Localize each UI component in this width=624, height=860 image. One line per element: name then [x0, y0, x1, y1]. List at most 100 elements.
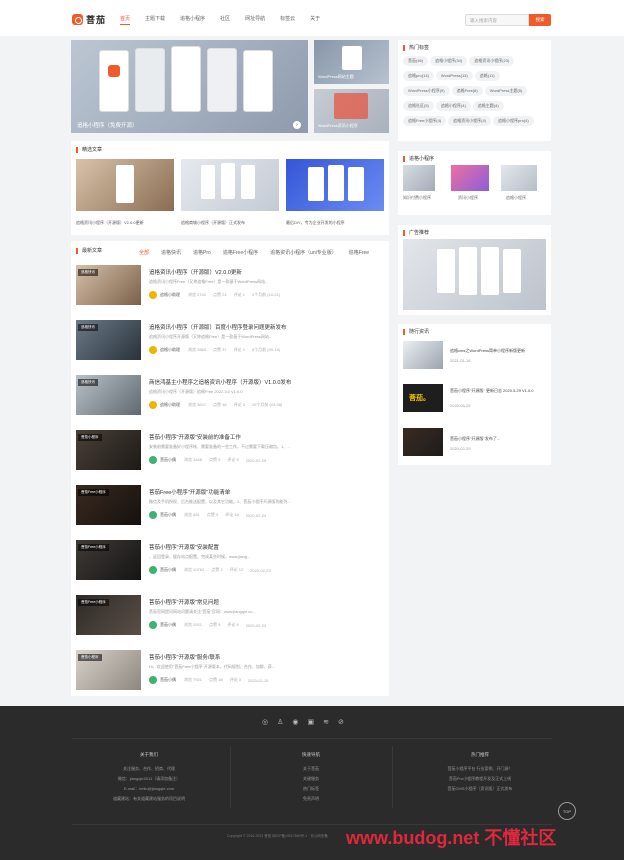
nav-item[interactable]: 首页 — [120, 15, 131, 25]
article-thumb[interactable]: 追格快讯 — [76, 320, 141, 360]
article-title[interactable]: 菩茄小程序"开源版"安装前的准备工作 — [149, 433, 241, 441]
ad-banner[interactable] — [403, 239, 546, 310]
footer-link[interactable]: 关于菩茄 — [256, 764, 366, 774]
tag-pill[interactable]: 追格小程序(4) — [435, 101, 471, 111]
featured-section: 精选文章 追格资讯小程序（开源版）V2.0.0更新 追格商城小程序（开源版）正式… — [71, 141, 389, 235]
app-label[interactable]: 资讯小程序 — [458, 195, 478, 201]
rss-icon[interactable]: ≋ — [323, 718, 329, 726]
banner-side-card[interactable]: WordPress网站主题 — [314, 40, 389, 84]
tag-pill[interactable]: 追格资讯小程序(4) — [448, 116, 492, 126]
recent-title[interactable]: 菩茄小程序"开源版"发布了... — [450, 436, 500, 442]
app-thumb[interactable] — [403, 165, 435, 191]
wechat-icon[interactable]: ◎ — [262, 718, 268, 726]
footer-link[interactable]: 免责声明 — [256, 794, 366, 804]
tab-item[interactable]: 追格Free — [349, 249, 369, 256]
article-thumb[interactable]: 菩茄小程序 — [76, 430, 141, 470]
tag-pill[interactable]: 菩茄(46) — [403, 56, 429, 66]
featured-thumb[interactable] — [286, 159, 384, 211]
github-icon[interactable]: ▣ — [308, 718, 315, 726]
featured-title[interactable]: 追格商城小程序（开源版）正式发布 — [181, 220, 245, 226]
tag-pill[interactable]: 追格Free小程序(4) — [403, 116, 447, 126]
footer-link[interactable]: 热门标签 — [256, 784, 366, 794]
banner-side-card[interactable]: WordPress资讯小程序 — [314, 89, 389, 133]
tag-pill[interactable]: 追格小程序(34) — [430, 56, 468, 66]
like-count: 点赞 37 — [213, 347, 227, 352]
article-title[interactable]: 追格资讯小程序（开源版）V2.0.0更新 — [149, 268, 242, 276]
nav-item[interactable]: 追格小程序 — [180, 15, 205, 25]
article-title[interactable]: 菩茄Free小程序"开源版"功能清单 — [149, 488, 230, 496]
nav-item[interactable]: 社区 — [220, 15, 230, 25]
nav-item[interactable]: 标签云 — [280, 15, 295, 25]
recent-thumb[interactable]: 菩茄。 — [403, 384, 443, 412]
app-thumb[interactable] — [501, 165, 537, 191]
article-title[interactable]: 菩茄小程序"开源版"服务/联系 — [149, 653, 220, 661]
article-thumb[interactable]: 菩茄Free小程序 — [76, 485, 141, 525]
author-name[interactable]: 追格小助理 — [160, 292, 180, 298]
tag-pill[interactable]: 追格社区(5) — [403, 101, 434, 111]
app-label[interactable]: 知识付费小程序 — [403, 195, 431, 201]
footer-link[interactable]: 关键服务 — [256, 774, 366, 784]
tab-item[interactable]: 全部 — [139, 249, 149, 256]
recent-title[interactable]: 追格cms之WordPress简单小程序新版更新 — [450, 348, 525, 354]
site-logo[interactable]: 菩茄 — [72, 12, 112, 26]
app-thumb[interactable] — [451, 165, 489, 191]
tag-pill[interactable]: 追格小程序pro(4) — [493, 116, 534, 126]
article-thumb[interactable]: 菩茄Free小程序 — [76, 595, 141, 635]
author-name[interactable]: 菩茄小偶 — [160, 512, 176, 518]
recent-title[interactable]: 菩茄小程序"开源版" 更新日志 2020.5.29 V1.0.0 — [450, 388, 534, 394]
author-name[interactable]: 菩茄小偶 — [160, 567, 176, 573]
tab-item[interactable]: 追格资讯小程序（uni专业版） — [270, 249, 337, 256]
view-count: 浏览 3448 — [184, 457, 203, 462]
recent-thumb[interactable] — [403, 428, 443, 456]
tab-item[interactable]: 追格Pro — [193, 249, 211, 256]
article-thumb[interactable]: 菩茄Free小程序 — [76, 540, 141, 580]
article-title[interactable]: 菩茄小程序"开源版"常见问题 — [149, 598, 219, 606]
nav-item[interactable]: 主题下载 — [145, 15, 165, 25]
author-name[interactable]: 追格小助理 — [160, 402, 180, 408]
tab-item[interactable]: 追格Free小程序 — [223, 249, 258, 256]
tag-pill[interactable]: WordPress小程序(9) — [403, 86, 450, 96]
tab-item[interactable]: 追格快讯 — [161, 249, 181, 256]
site-footer: ◎ ♙ ◉ ▣ ≋ ⊘ 关于我们 关注服务、合作、招商、代理 微信：jiangq… — [0, 706, 624, 860]
next-arrow-icon[interactable]: › — [293, 121, 301, 129]
weibo-icon[interactable]: ◉ — [292, 718, 298, 726]
author-name[interactable]: 菩茄小偶 — [160, 622, 176, 628]
search-button[interactable]: 搜索 — [529, 14, 551, 26]
featured-thumb[interactable] — [76, 159, 174, 211]
tag-pill[interactable]: WordPress主题(5) — [484, 86, 528, 96]
article-title[interactable]: 商信鸿基主小程序之追格资讯小程序（开源版）V1.0.0发布 — [149, 378, 291, 386]
banner-slide[interactable]: 追格小程序（免费开源） › — [71, 40, 308, 133]
article-thumb[interactable]: 追格快讯 — [76, 265, 141, 305]
featured-title[interactable]: 最后DIY，专为企业开发的小程序 — [286, 220, 345, 226]
nav-item[interactable]: 网址导航 — [245, 15, 265, 25]
tag-pill[interactable]: WordPress(13) — [435, 71, 473, 80]
footer-link[interactable]: 菩茄Pro小程序教程开发及正式上线 — [410, 774, 550, 784]
article-title[interactable]: 菩茄小程序"开源版"安装配置 — [149, 543, 219, 551]
author-name[interactable]: 菩茄小偶 — [160, 457, 176, 463]
featured-title[interactable]: 追格资讯小程序（开源版）V2.0.0更新 — [76, 220, 144, 226]
nav-item[interactable]: 关于 — [310, 15, 320, 25]
article-title[interactable]: 追格资讯小程序（开源版）百度小程序登录问题更新发布 — [149, 323, 287, 331]
tag-pill[interactable]: 追格(11) — [474, 71, 500, 81]
tag-pill[interactable]: 追格主题(4) — [472, 101, 504, 111]
tag-pill[interactable]: 追格pro(14) — [403, 71, 434, 81]
article-thumb[interactable]: 菩茄小程序 — [76, 650, 141, 690]
section-title: 最新文章 — [76, 248, 102, 254]
footer-link[interactable]: 菩茄小程序平台 行业案例、开门源！ — [410, 764, 550, 774]
footer-link[interactable]: 菩茄CMS小程序（资讯版）正式发布 — [410, 784, 550, 794]
search-input[interactable]: 输入搜索内容 — [465, 14, 529, 26]
qq-icon[interactable]: ♙ — [277, 718, 283, 726]
tag-count: (5) — [517, 88, 523, 93]
recent-thumb[interactable] — [403, 341, 443, 369]
back-to-top-button[interactable]: TOP — [558, 802, 576, 820]
article-excerpt: 追格资讯小程序（开源版）追格Free 2022.3.0 V1.0.0 — [149, 389, 243, 394]
featured-thumb[interactable] — [181, 159, 279, 211]
author-name[interactable]: 追格小助理 — [160, 347, 180, 353]
article-thumb[interactable]: 追格快讯 — [76, 375, 141, 415]
author-name[interactable]: 菩茄小偶 — [160, 677, 176, 683]
tag-pill[interactable]: 追格Free(8) — [451, 86, 483, 96]
tag-pill[interactable]: 追格资讯小程序(23) — [469, 56, 515, 66]
app-label[interactable]: 追格小程序 — [506, 195, 526, 201]
article-excerpt: 追格资讯小程序开源版（又称追格Free）是一款基于WordPress网站... — [149, 334, 273, 339]
link-icon[interactable]: ⊘ — [338, 718, 344, 726]
